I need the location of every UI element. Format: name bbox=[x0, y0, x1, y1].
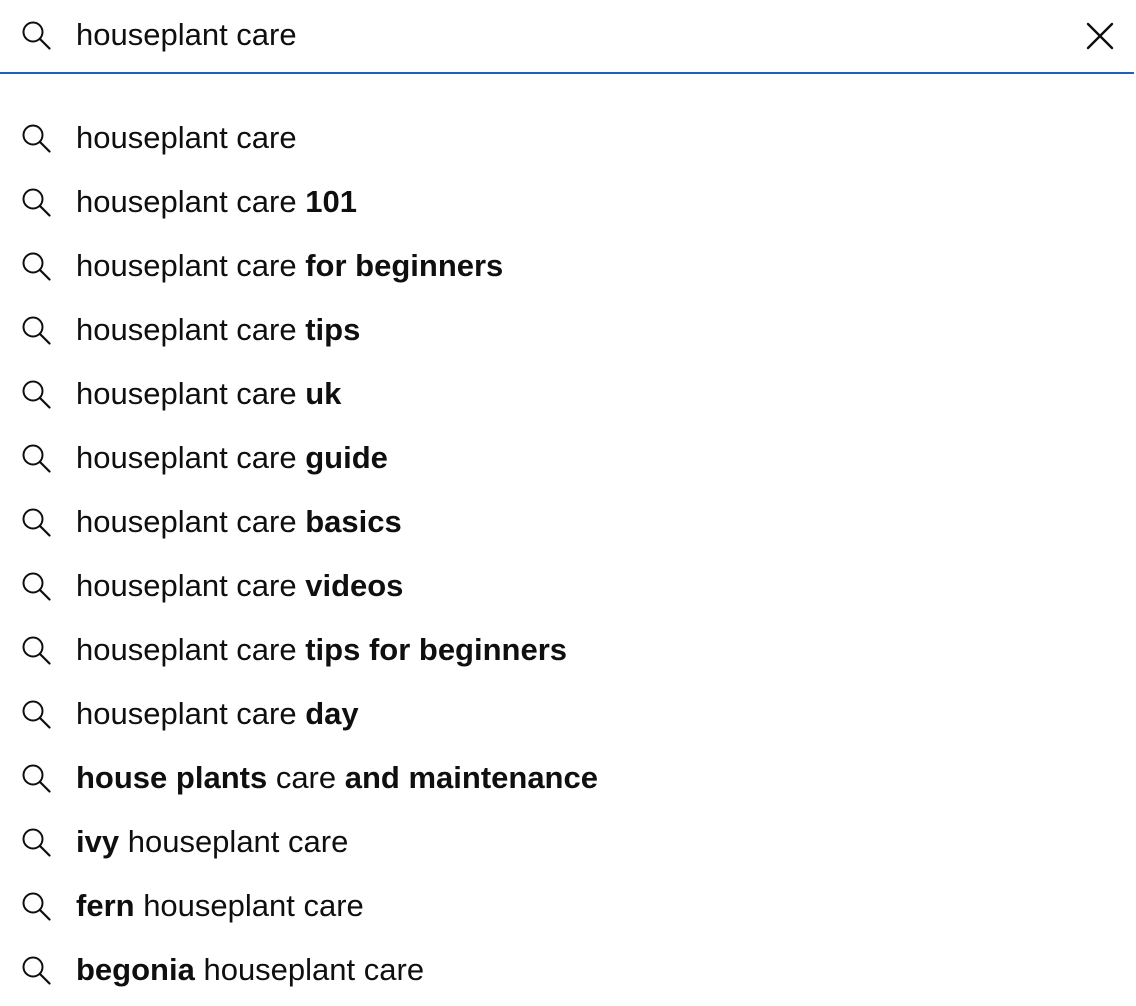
suggestion-query: houseplant care bbox=[76, 120, 297, 155]
search-icon bbox=[21, 699, 51, 729]
suggestion-text: houseplant care for beginners bbox=[76, 234, 503, 298]
suggestion-item[interactable]: houseplant care videos bbox=[0, 554, 1136, 618]
suggestion-query: care bbox=[267, 760, 345, 795]
suggestion-query: houseplant care bbox=[76, 504, 306, 539]
search-icon bbox=[21, 571, 51, 601]
search-icon bbox=[21, 955, 51, 985]
suggestion-completion: for beginners bbox=[305, 248, 504, 283]
suggestion-item[interactable]: houseplant care uk bbox=[0, 362, 1136, 426]
suggestion-completion: 101 bbox=[305, 184, 357, 219]
search-icon bbox=[21, 123, 51, 153]
suggestion-query: houseplant care bbox=[76, 312, 306, 347]
suggestion-text: houseplant care day bbox=[76, 682, 359, 746]
search-icon bbox=[21, 379, 51, 409]
suggestion-item[interactable]: houseplant care tips for beginners bbox=[0, 618, 1136, 682]
suggestion-query: houseplant care bbox=[76, 248, 306, 283]
suggestion-completion: fern bbox=[76, 888, 135, 923]
search-icon bbox=[21, 187, 51, 217]
suggestion-completion: basics bbox=[305, 504, 402, 539]
suggestion-item[interactable]: begonia houseplant care bbox=[0, 938, 1136, 1002]
suggestion-list: houseplant care houseplant care 101 housep… bbox=[0, 106, 1136, 1002]
suggestion-completion: guide bbox=[305, 440, 388, 475]
suggestion-item[interactable]: houseplant care basics bbox=[0, 490, 1136, 554]
suggestion-completion: day bbox=[305, 696, 359, 731]
suggestion-item[interactable]: houseplant care bbox=[0, 106, 1136, 170]
suggestion-text: houseplant care 101 bbox=[76, 170, 357, 234]
suggestion-text: houseplant care tips bbox=[76, 298, 360, 362]
suggestion-text: houseplant care tips for beginners bbox=[76, 618, 567, 682]
suggestion-query: houseplant care bbox=[76, 568, 306, 603]
suggestion-completion: and maintenance bbox=[344, 760, 598, 795]
suggestion-text: ivy houseplant care bbox=[76, 810, 348, 874]
search-icon bbox=[21, 507, 51, 537]
search-icon bbox=[21, 635, 51, 665]
suggestion-item[interactable]: house plants care and maintenance bbox=[0, 746, 1136, 810]
suggestion-text: houseplant care basics bbox=[76, 490, 402, 554]
suggestion-completion: house plants bbox=[76, 760, 268, 795]
suggestion-item[interactable]: houseplant care guide bbox=[0, 426, 1136, 490]
search-icon bbox=[21, 827, 51, 857]
suggestion-text: house plants care and maintenance bbox=[76, 746, 598, 810]
suggestion-query: houseplant care bbox=[76, 184, 306, 219]
suggestion-text: houseplant care videos bbox=[76, 554, 403, 618]
suggestion-text: begonia houseplant care bbox=[76, 938, 424, 1002]
search-input[interactable] bbox=[76, 10, 1056, 60]
search-bar bbox=[0, 0, 1134, 74]
suggestion-query: houseplant care bbox=[76, 376, 306, 411]
suggestion-query: houseplant care bbox=[134, 888, 364, 923]
suggestion-text: houseplant care guide bbox=[76, 426, 388, 490]
suggestion-query: houseplant care bbox=[76, 696, 306, 731]
suggestion-completion: tips bbox=[305, 312, 361, 347]
suggestion-completion: uk bbox=[305, 376, 342, 411]
suggestion-text: houseplant care bbox=[76, 106, 297, 170]
search-icon bbox=[21, 251, 51, 281]
suggestion-text: houseplant care uk bbox=[76, 362, 341, 426]
search-icon bbox=[21, 315, 51, 345]
suggestion-item[interactable]: houseplant care tips bbox=[0, 298, 1136, 362]
suggestion-completion: ivy bbox=[76, 824, 120, 859]
suggestion-query: houseplant care bbox=[194, 952, 425, 987]
search-icon bbox=[21, 891, 51, 921]
suggestion-item[interactable]: houseplant care for beginners bbox=[0, 234, 1136, 298]
search-icon bbox=[21, 763, 51, 793]
search-icon bbox=[21, 443, 51, 473]
search-icon bbox=[21, 20, 51, 50]
suggestion-item[interactable]: houseplant care 101 bbox=[0, 170, 1136, 234]
close-icon bbox=[1086, 22, 1114, 50]
suggestion-completion: videos bbox=[305, 568, 404, 603]
suggestion-item[interactable]: ivy houseplant care bbox=[0, 810, 1136, 874]
clear-search-button[interactable] bbox=[1080, 16, 1120, 56]
suggestion-query: houseplant care bbox=[76, 632, 306, 667]
suggestion-completion: tips for beginners bbox=[305, 632, 568, 667]
suggestion-text: fern houseplant care bbox=[76, 874, 364, 938]
suggestion-item[interactable]: fern houseplant care bbox=[0, 874, 1136, 938]
suggestion-query: houseplant care bbox=[119, 824, 349, 859]
suggestion-completion: begonia bbox=[76, 952, 195, 987]
suggestion-item[interactable]: houseplant care day bbox=[0, 682, 1136, 746]
suggestion-query: houseplant care bbox=[76, 440, 306, 475]
